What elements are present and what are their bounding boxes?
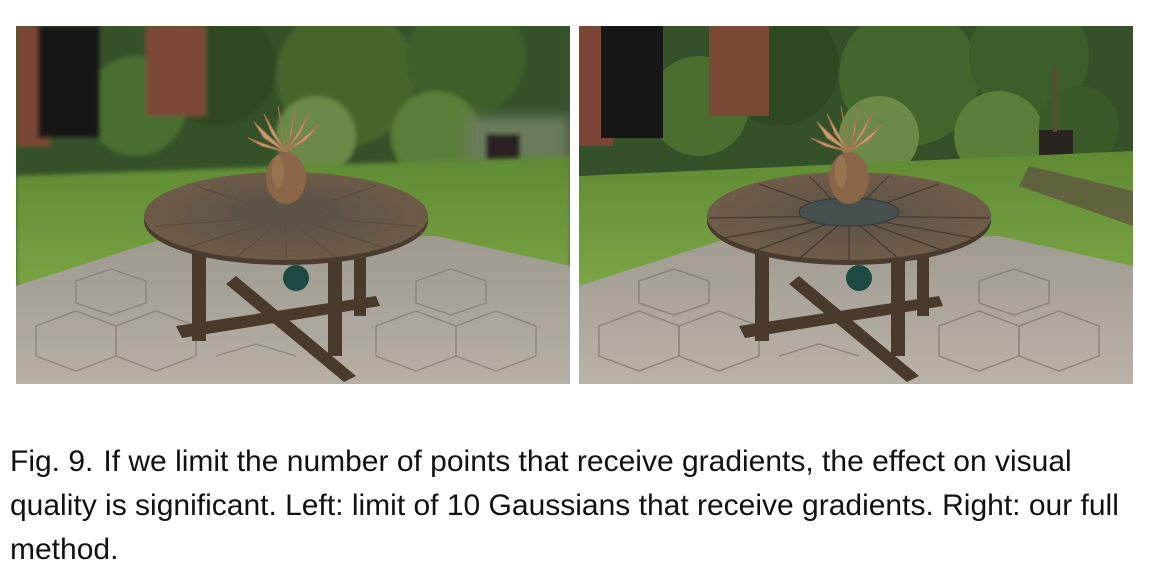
figure-caption: Fig. 9. If we limit the number of points … [10,440,1150,572]
figure-label: Fig. 9. [10,445,94,478]
figure-caption-text: If we limit the number of points that re… [10,445,1119,566]
left-render-image [16,26,570,384]
figure-images [16,26,1134,384]
right-render-image [579,26,1133,384]
